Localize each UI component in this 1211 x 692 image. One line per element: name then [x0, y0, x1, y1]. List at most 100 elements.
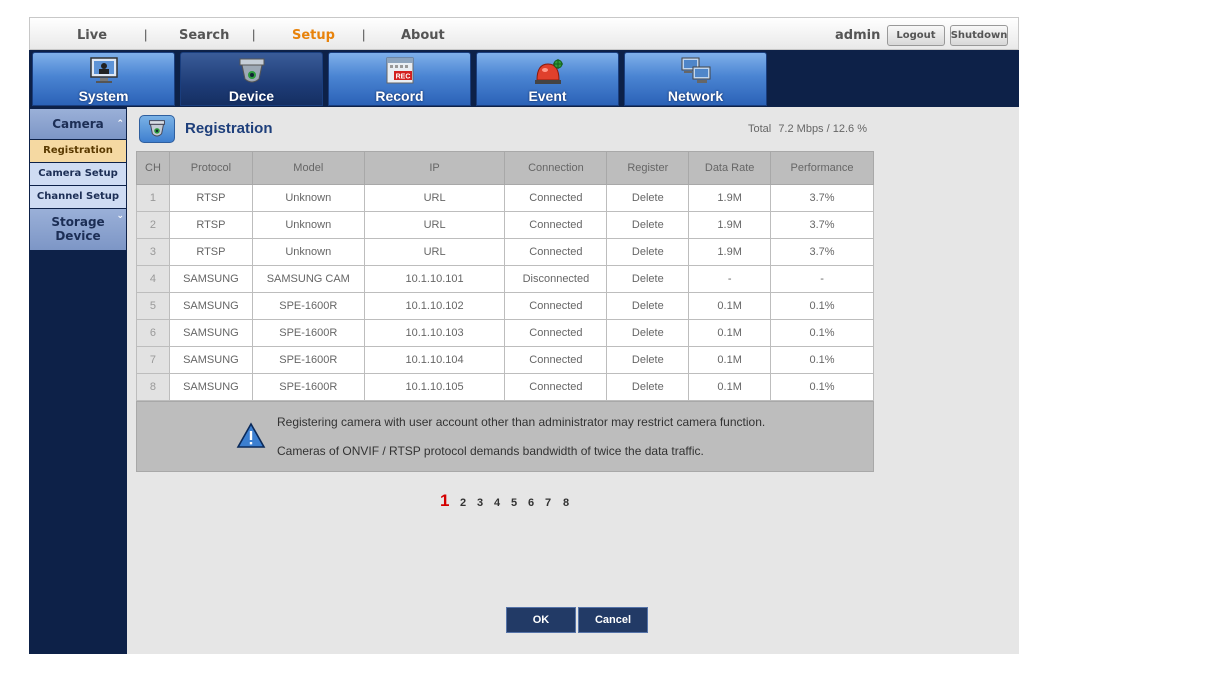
sidebar-category-storage-device[interactable]: Storage Device ⌄ — [30, 209, 126, 250]
cell-channel: 6 — [136, 319, 170, 347]
shutdown-button[interactable]: Shutdown — [950, 25, 1008, 46]
nav-about[interactable]: About — [401, 28, 445, 43]
column-header: Protocol — [168, 151, 253, 185]
delete-link[interactable]: Delete — [606, 238, 690, 266]
nav-setup[interactable]: Setup — [292, 28, 335, 43]
nav-separator: | — [252, 27, 256, 42]
cell-connection: Connected — [504, 319, 608, 347]
delete-link[interactable]: Delete — [606, 184, 690, 212]
table-row: 1 RTSP Unknown URL Connected Delete 1.9M 3.7% — [136, 184, 874, 212]
page-link[interactable]: 2 — [460, 497, 466, 509]
cell-data-rate: 1.9M — [688, 184, 772, 212]
cell-protocol: RTSP — [168, 184, 253, 212]
cell-connection: Connected — [504, 211, 608, 239]
network-computers-icon — [681, 57, 710, 83]
cell-protocol: SAMSUNG — [168, 373, 253, 401]
alarm-light-icon — [534, 59, 563, 84]
delete-link[interactable]: Delete — [606, 265, 690, 293]
cell-channel: 2 — [136, 211, 170, 239]
top-nav: Live | Search | Setup | About admin Logo… — [29, 17, 1019, 50]
cell-data-rate: 0.1M — [688, 346, 772, 374]
cell-protocol: RTSP — [168, 211, 253, 239]
cell-ip: URL — [363, 184, 506, 212]
cell-connection: Connected — [504, 184, 608, 212]
delete-link[interactable]: Delete — [606, 373, 690, 401]
cell-model: Unknown — [251, 184, 365, 212]
cell-connection: Connected — [504, 238, 608, 266]
delete-link[interactable]: Delete — [606, 346, 690, 374]
cell-model: SPE-1600R — [251, 373, 365, 401]
tab-system[interactable]: System — [32, 52, 175, 106]
tab-event[interactable]: Event — [476, 52, 619, 106]
page-link[interactable]: 5 — [511, 497, 517, 509]
sidebar-item-registration[interactable]: Registration — [30, 140, 126, 162]
table-row: 4 SAMSUNG SAMSUNG CAM 10.1.10.101 Disconnect… — [136, 265, 874, 293]
sidebar-category-label: Camera — [52, 117, 104, 131]
column-header: Performance — [770, 151, 874, 185]
cell-protocol: SAMSUNG — [168, 265, 253, 293]
nav-live[interactable]: Live — [77, 28, 107, 43]
sidebar-category-label: Storage Device — [51, 215, 105, 243]
dome-camera-icon — [139, 115, 175, 143]
tab-device[interactable]: Device — [180, 52, 323, 106]
cell-channel: 1 — [136, 184, 170, 212]
total-label: Total — [748, 123, 772, 135]
cell-performance: 0.1% — [770, 373, 874, 401]
column-header: IP — [363, 151, 506, 185]
cell-performance: - — [770, 265, 874, 293]
sidebar-item-camera-setup[interactable]: Camera Setup — [30, 163, 126, 185]
cell-ip: URL — [363, 211, 506, 239]
logout-button[interactable]: Logout — [887, 25, 945, 46]
camera-registration-table: CH Protocol Model IP Connection Register… — [136, 151, 874, 401]
cell-protocol: RTSP — [168, 238, 253, 266]
warning-icon — [236, 422, 266, 448]
dome-camera-icon — [239, 58, 264, 83]
monitor-user-icon — [89, 57, 118, 83]
tab-network[interactable]: Network — [624, 52, 767, 106]
column-header: Connection — [504, 151, 608, 185]
column-header: Register — [606, 151, 690, 185]
cell-protocol: SAMSUNG — [168, 319, 253, 347]
svg-text:REC: REC — [395, 74, 410, 81]
table-row: 7 SAMSUNG SPE-1600R 10.1.10.104 Connected Del… — [136, 346, 874, 374]
cell-ip: 10.1.10.105 — [363, 373, 506, 401]
delete-link[interactable]: Delete — [606, 292, 690, 320]
cell-connection: Connected — [504, 373, 608, 401]
cell-channel: 5 — [136, 292, 170, 320]
table-row: 6 SAMSUNG SPE-1600R 10.1.10.103 Connected Del… — [136, 319, 874, 347]
cell-data-rate: 0.1M — [688, 319, 772, 347]
page-link[interactable]: 4 — [494, 497, 500, 509]
cell-performance: 3.7% — [770, 211, 874, 239]
cell-data-rate: 1.9M — [688, 211, 772, 239]
cell-connection: Connected — [504, 346, 608, 374]
page-link[interactable]: 8 — [563, 497, 569, 509]
cell-channel: 4 — [136, 265, 170, 293]
cell-channel: 8 — [136, 373, 170, 401]
user-name: admin — [835, 28, 881, 43]
cell-ip: 10.1.10.102 — [363, 292, 506, 320]
tab-label: Device — [228, 88, 275, 104]
table-row: 8 SAMSUNG SPE-1600R 10.1.10.105 Connected Del… — [136, 373, 874, 401]
page-link[interactable]: 6 — [528, 497, 534, 509]
cancel-button[interactable]: Cancel — [578, 607, 648, 633]
column-header: Model — [251, 151, 365, 185]
page-link-current[interactable]: 1 — [440, 491, 449, 511]
table-row: 2 RTSP Unknown URL Connected Delete 1.9M 3.7% — [136, 211, 874, 239]
tab-record[interactable]: REC Record — [328, 52, 471, 106]
cell-ip: 10.1.10.103 — [363, 319, 506, 347]
ok-button[interactable]: OK — [506, 607, 576, 633]
cell-data-rate: 0.1M — [688, 373, 772, 401]
sidebar-category-camera[interactable]: Camera ⌃ — [30, 109, 126, 139]
rec-calendar-icon: REC — [386, 57, 413, 84]
delete-link[interactable]: Delete — [606, 319, 690, 347]
app-window: Live | Search | Setup | About admin Logo… — [29, 17, 1019, 654]
cell-performance: 3.7% — [770, 184, 874, 212]
page-link[interactable]: 3 — [477, 497, 483, 509]
delete-link[interactable]: Delete — [606, 211, 690, 239]
sidebar-item-channel-setup[interactable]: Channel Setup — [30, 186, 126, 208]
total-bandwidth: Total 7.2 Mbps / 12.6 % — [748, 123, 867, 135]
cell-protocol: SAMSUNG — [168, 346, 253, 374]
column-header: Data Rate — [688, 151, 772, 185]
nav-search[interactable]: Search — [179, 28, 229, 43]
page-link[interactable]: 7 — [545, 497, 551, 509]
